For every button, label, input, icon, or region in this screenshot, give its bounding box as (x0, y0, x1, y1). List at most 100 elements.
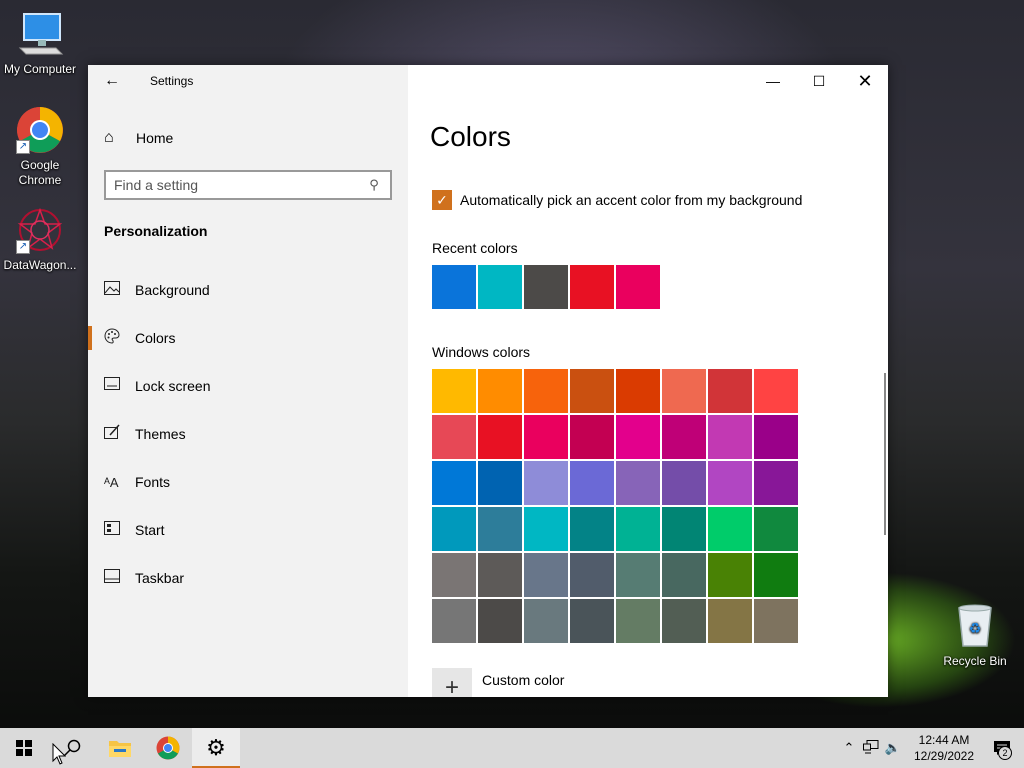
windows-color-swatch[interactable] (616, 599, 660, 643)
nav-item-start[interactable]: Start (88, 506, 408, 554)
recent-color-swatch[interactable] (478, 265, 522, 309)
recent-color-swatch[interactable] (570, 265, 614, 309)
settings-sidebar: ← Settings ⌂ Home ⚲ Personalization Back… (88, 65, 408, 697)
windows-color-swatch[interactable] (432, 415, 476, 459)
windows-color-swatch[interactable] (754, 461, 798, 505)
scrollbar[interactable] (884, 373, 886, 535)
windows-color-swatch[interactable] (524, 507, 568, 551)
auto-accent-checkbox-row[interactable]: ✓ Automatically pick an accent color fro… (432, 190, 802, 210)
windows-color-swatch[interactable] (708, 415, 752, 459)
search-icon[interactable]: ⚲ (366, 177, 382, 193)
desktop-icon-label: Google Chrome (18, 158, 62, 187)
windows-color-swatch[interactable] (432, 599, 476, 643)
nav-item-fonts[interactable]: ᴬA Fonts (88, 458, 408, 506)
windows-color-swatch[interactable] (524, 553, 568, 597)
windows-color-swatch[interactable] (478, 415, 522, 459)
windows-color-swatch[interactable] (524, 369, 568, 413)
windows-color-swatch[interactable] (570, 461, 614, 505)
close-button[interactable]: ✕ (842, 65, 888, 97)
windows-color-swatch[interactable] (754, 369, 798, 413)
windows-color-swatch[interactable] (524, 461, 568, 505)
windows-color-swatch[interactable] (478, 507, 522, 551)
windows-color-swatch[interactable] (478, 553, 522, 597)
chrome-taskbar-button[interactable] (144, 728, 192, 768)
windows-color-swatch[interactable] (662, 415, 706, 459)
nav-item-colors[interactable]: Colors (88, 314, 408, 362)
volume-icon[interactable]: 🔈 (882, 740, 904, 756)
chrome-icon (156, 736, 180, 760)
windows-color-swatch[interactable] (570, 369, 614, 413)
windows-color-swatch[interactable] (478, 599, 522, 643)
mouse-cursor-icon (52, 743, 66, 765)
windows-color-swatch[interactable] (570, 599, 614, 643)
windows-color-swatch[interactable] (662, 369, 706, 413)
settings-taskbar-button[interactable]: ⚙ (192, 728, 240, 768)
windows-color-swatch[interactable] (708, 507, 752, 551)
minimize-button[interactable]: — (750, 65, 796, 97)
windows-color-swatch[interactable] (478, 369, 522, 413)
desktop-icon-datawagon[interactable]: ↗ DataWagon... (0, 206, 80, 273)
fonts-icon: ᴬA (104, 474, 119, 490)
settings-window: ← Settings ⌂ Home ⚲ Personalization Back… (88, 65, 888, 697)
windows-color-swatch[interactable] (708, 599, 752, 643)
windows-color-swatch[interactable] (432, 461, 476, 505)
windows-color-swatch[interactable] (662, 553, 706, 597)
windows-color-swatch[interactable] (616, 369, 660, 413)
windows-color-swatch[interactable] (754, 599, 798, 643)
recent-color-swatch[interactable] (616, 265, 660, 309)
clock[interactable]: 12:44 AM 12/29/2022 (908, 732, 980, 764)
windows-color-swatch[interactable] (616, 415, 660, 459)
windows-colors-grid (432, 369, 798, 643)
desktop-icon-google-chrome[interactable]: ↗ Google Chrome (0, 106, 80, 188)
desktop-icon-recycle-bin[interactable]: ♻ Recycle Bin (935, 602, 1015, 669)
desktop-icon-label: My Computer (3, 62, 77, 76)
windows-color-swatch[interactable] (478, 461, 522, 505)
desktop-icon-my-computer[interactable]: My Computer (0, 10, 80, 77)
windows-color-swatch[interactable] (570, 507, 614, 551)
maximize-button[interactable]: ☐ (796, 65, 842, 97)
nav-item-themes[interactable]: Themes (88, 410, 408, 458)
windows-color-swatch[interactable] (432, 369, 476, 413)
windows-color-swatch[interactable] (708, 369, 752, 413)
nav-item-label: Themes (135, 426, 186, 442)
windows-color-swatch[interactable] (708, 461, 752, 505)
network-icon[interactable] (860, 739, 882, 757)
windows-color-swatch[interactable] (432, 507, 476, 551)
action-center-button[interactable]: 2 (980, 728, 1024, 768)
windows-color-swatch[interactable] (662, 599, 706, 643)
windows-color-swatch[interactable] (754, 507, 798, 551)
page-title: Colors (430, 121, 511, 152)
windows-color-swatch[interactable] (524, 599, 568, 643)
windows-color-swatch[interactable] (570, 415, 614, 459)
back-button[interactable]: ← (88, 65, 136, 97)
windows-color-swatch[interactable] (754, 553, 798, 597)
checkmark-icon: ✓ (436, 191, 448, 208)
nav-item-label: Lock screen (135, 378, 211, 394)
nav-item-background[interactable]: Background (88, 266, 408, 314)
windows-color-swatch[interactable] (708, 553, 752, 597)
nav-item-label: Start (135, 522, 165, 538)
windows-color-swatch[interactable] (524, 415, 568, 459)
recent-color-swatch[interactable] (432, 265, 476, 309)
settings-nav: Background Colors Lock screen Themes ᴬA … (88, 266, 408, 602)
windows-color-swatch[interactable] (570, 553, 614, 597)
auto-accent-checkbox[interactable]: ✓ (432, 190, 452, 210)
windows-color-swatch[interactable] (432, 553, 476, 597)
windows-color-swatch[interactable] (616, 507, 660, 551)
file-explorer-button[interactable] (96, 728, 144, 768)
home-link[interactable]: ⌂ Home (88, 119, 408, 157)
windows-color-swatch[interactable] (616, 553, 660, 597)
nav-item-taskbar[interactable]: Taskbar (88, 554, 408, 602)
plus-icon: + (432, 668, 472, 697)
chevron-up-icon[interactable]: ⌃ (838, 740, 860, 756)
recent-color-swatch[interactable] (524, 265, 568, 309)
start-button[interactable] (0, 728, 48, 768)
custom-color-button[interactable]: + Custom color (432, 668, 564, 697)
windows-color-swatch[interactable] (754, 415, 798, 459)
windows-color-swatch[interactable] (662, 507, 706, 551)
windows-color-swatch[interactable] (616, 461, 660, 505)
nav-item-lock-screen[interactable]: Lock screen (88, 362, 408, 410)
search-input[interactable] (114, 177, 366, 193)
windows-color-swatch[interactable] (662, 461, 706, 505)
svg-text:♻: ♻ (969, 621, 982, 637)
